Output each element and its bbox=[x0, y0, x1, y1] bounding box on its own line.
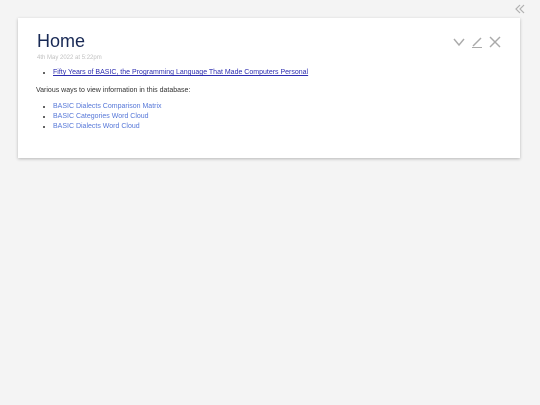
external-link-list: Fifty Years of BASIC, the Programming La… bbox=[36, 68, 502, 78]
list-item: BASIC Dialects Comparison Matrix bbox=[53, 102, 502, 112]
dialects-comparison-matrix-link[interactable]: BASIC Dialects Comparison Matrix bbox=[53, 103, 162, 110]
home-tiddler: Home 4th May 2022 at 5:22pm • Fifty Year… bbox=[18, 18, 520, 158]
sidebar-toggle-button[interactable] bbox=[514, 3, 526, 15]
list-item: BASIC Categories Word Cloud bbox=[53, 112, 502, 122]
intro-text: Various ways to view information in this… bbox=[36, 87, 191, 94]
double-chevron-left-icon bbox=[514, 3, 526, 15]
view-link-list: BASIC Dialects Comparison Matrix BASIC C… bbox=[36, 102, 502, 132]
fifty-years-of-basic-link[interactable]: Fifty Years of BASIC, the Programming La… bbox=[53, 69, 308, 76]
dialects-word-cloud-link[interactable]: BASIC Dialects Word Cloud bbox=[53, 123, 140, 130]
tiddler-controls bbox=[448, 35, 502, 49]
edit-button[interactable] bbox=[470, 35, 484, 49]
fold-button[interactable] bbox=[452, 35, 466, 49]
pencil-icon bbox=[470, 35, 484, 49]
list-item: Fifty Years of BASIC, the Programming La… bbox=[53, 68, 502, 78]
list-item: BASIC Dialects Word Cloud bbox=[53, 122, 502, 132]
close-icon bbox=[488, 35, 502, 49]
chevron-down-icon bbox=[452, 35, 466, 49]
tiddler-body: Fifty Years of BASIC, the Programming La… bbox=[36, 68, 502, 132]
categories-word-cloud-link[interactable]: BASIC Categories Word Cloud bbox=[53, 113, 149, 120]
close-button[interactable] bbox=[488, 35, 502, 49]
tiddler-title: Home bbox=[37, 31, 86, 51]
tiddler-subtitle: 4th May 2022 at 5:22pm bbox=[37, 55, 102, 61]
